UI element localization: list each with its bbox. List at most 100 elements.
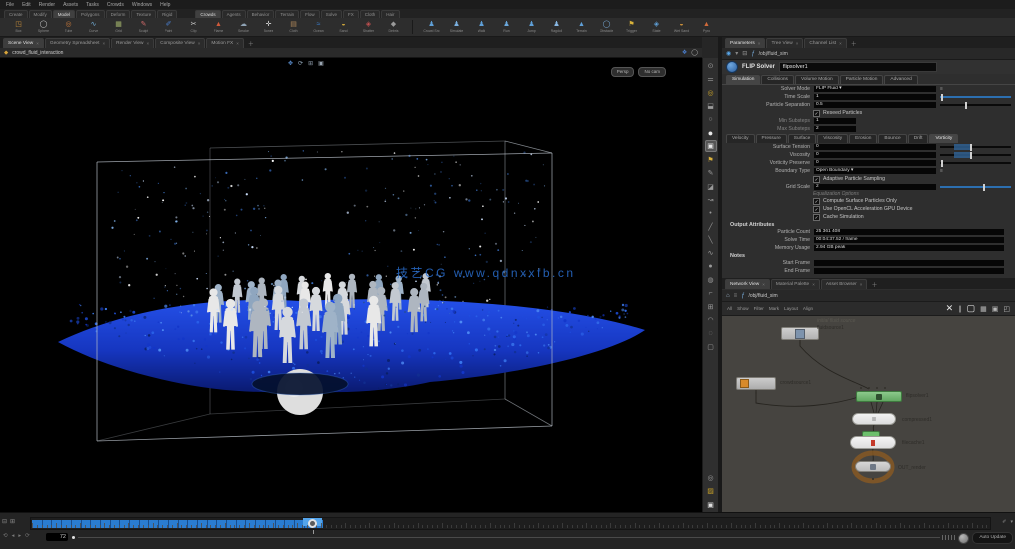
shelf-tab-cloth[interactable]: Cloth [359, 10, 381, 18]
slider-handle[interactable] [941, 93, 944, 101]
close-icon[interactable]: × [796, 39, 799, 48]
shelf-tool-shatter-tool[interactable]: ◈ Shatter [356, 19, 381, 36]
slider-handle[interactable] [969, 151, 972, 159]
shelf-tool-obstacle-tool[interactable]: ◯ Obstacle [594, 19, 619, 36]
mask-icon[interactable]: ▢ [705, 341, 717, 353]
frame-sel-icon[interactable]: ▣ [992, 305, 999, 313]
param-menu[interactable]: Open Boundary ▾ [813, 167, 937, 175]
camera-pill-1[interactable]: No cam [638, 67, 666, 77]
param-checkbox[interactable]: ✓ [813, 213, 820, 221]
slider-handle[interactable] [982, 183, 985, 191]
shelf-tab-flow[interactable]: Flow [300, 10, 320, 18]
shelf-tool-curve-tool[interactable]: ∿ Curve [81, 19, 106, 36]
net-toolbar-all[interactable]: All [727, 306, 732, 311]
shelf-tool-grid-tool[interactable]: ▦ Grid [106, 19, 131, 36]
node-crowd[interactable] [736, 377, 776, 390]
cook-mode-control[interactable]: Auto Update [958, 532, 1013, 544]
net-toolbar-align[interactable]: Align [803, 306, 813, 311]
options-icon[interactable]: ▾ [1010, 519, 1013, 525]
shelf-tab-hair[interactable]: Hair [381, 10, 400, 18]
shelf-tool-cloth-tool[interactable]: ▤ Cloth [281, 19, 306, 36]
menu-edit[interactable]: Edit [22, 2, 31, 8]
folder-tab-advanced[interactable]: Advanced [884, 75, 918, 84]
shelf-tool-paint-tool[interactable]: ✐ Paint [156, 19, 181, 36]
link-icon[interactable]: ❖ [682, 49, 687, 56]
param-checkbox[interactable]: ✓ [813, 205, 820, 213]
loop-icon[interactable]: ⟲ [3, 533, 8, 539]
viewport-tab-motion-fx[interactable]: Motion FX × [206, 38, 244, 48]
network-new-tab-button[interactable]: ＋ [868, 280, 880, 289]
step-forward-icon[interactable]: ⟳ [25, 533, 30, 539]
camera-pill-0[interactable]: Persp [610, 67, 635, 77]
translate-tool-icon[interactable]: ⚌ [705, 73, 717, 85]
play-icon[interactable]: ▸ [18, 533, 21, 539]
param-slider[interactable] [940, 183, 1011, 191]
rotate-tool-icon[interactable]: ◎ [705, 87, 717, 99]
menu-crowds[interactable]: Crowds [107, 2, 124, 8]
param-slider[interactable] [940, 143, 1011, 151]
shelf-tab-texture[interactable]: Texture [131, 10, 157, 18]
light-icon[interactable]: ◍ [705, 274, 717, 286]
auto-update-button[interactable]: Auto Update [972, 532, 1013, 544]
menu-render[interactable]: Render [39, 2, 55, 8]
param-field[interactable]: 2.94 GB peak [813, 244, 1005, 252]
shelf-tool-jump-tool[interactable]: ♟ Jump [519, 19, 544, 36]
shelf-tab-create[interactable]: Create [4, 10, 28, 18]
net-toolbar-filter[interactable]: Filter [754, 306, 764, 311]
close-icon[interactable]: × [198, 39, 201, 48]
scene-viewport[interactable]: 技艺CG www.qdnxxfb.cn ✥ ⟳ ⊞ ▣ Persp No cam [0, 58, 702, 512]
param-menu[interactable]: FLIP Fluid ▾ [813, 85, 937, 93]
viewport-tab-composite-view[interactable]: Composite View × [155, 38, 206, 48]
net-toolbar-layout[interactable]: Layout [784, 306, 798, 311]
refresh-icon[interactable]: ⟳ [298, 60, 303, 67]
param-checkbox[interactable]: ✓ [813, 175, 820, 183]
param-field[interactable] [813, 267, 1005, 275]
material-icon[interactable]: ◪ [705, 181, 717, 193]
solo-icon[interactable]: ▣ [705, 499, 717, 511]
slider-handle[interactable] [964, 101, 967, 109]
shelf-tool-run-tool[interactable]: ♟ Run [494, 19, 519, 36]
param-field[interactable]: 25 361 408 [813, 228, 1005, 236]
draw-icon[interactable]: ✎ [705, 167, 717, 179]
viewport-new-tab-button[interactable]: ＋ [245, 39, 257, 48]
shelf-tab-polygons[interactable]: Polygons [76, 10, 105, 18]
param-field[interactable]: 0 [813, 151, 937, 159]
folder-tab-simulation[interactable]: Simulation [726, 75, 761, 84]
shelf-tool-trigger-tool[interactable]: ⚑ Trigger [619, 19, 644, 36]
grid-icon[interactable]: ⊞ [308, 60, 313, 67]
slider-handle[interactable] [941, 159, 944, 167]
view-tool-icon[interactable]: ○ [705, 114, 717, 126]
menu-assets[interactable]: Assets [63, 2, 78, 8]
subtab-velocity[interactable]: Velocity [726, 134, 755, 143]
shelf-tool-wetsand-tool[interactable]: ◒ Wet Sand [669, 19, 694, 36]
subtab-bounce[interactable]: Bounce [878, 134, 907, 143]
net-toolbar-mark[interactable]: Mark [769, 306, 779, 311]
snap-icon[interactable]: ⚑ [705, 154, 717, 166]
network-tab-asset-browser[interactable]: Asset Browser × [820, 279, 868, 289]
close-icon[interactable]: × [103, 39, 106, 48]
shelf-tool-clip-tool[interactable]: ✂ Clip [181, 19, 206, 36]
param-field[interactable] [813, 259, 1005, 267]
subtab-pressure[interactable]: Pressure [755, 134, 787, 143]
shelf-tab-agents[interactable]: Agents [221, 10, 246, 18]
lock-icon[interactable]: ⊟ [742, 50, 747, 57]
node-cache[interactable] [850, 436, 896, 449]
measure-icon[interactable]: ╱ [705, 221, 717, 233]
param-slider[interactable] [940, 93, 1011, 101]
shelf-tool-state-tool[interactable]: ◈ State [644, 19, 669, 36]
network-tab-material-palette[interactable]: Material Palette × [770, 279, 820, 289]
menu-file[interactable]: File [6, 2, 14, 8]
subtab-surface[interactable]: Surface [787, 134, 817, 143]
point-icon[interactable]: • [705, 207, 717, 219]
timeline-ruler[interactable] [30, 517, 991, 534]
shelf-tool-crowd-source-tool[interactable]: ♟ Crowd Src [419, 19, 444, 36]
shelf-tab-terrain[interactable]: Terrain [275, 10, 300, 18]
param-checkbox[interactable]: ✓ [813, 197, 820, 205]
shelf-tool-walk-tool[interactable]: ♟ Walk [469, 19, 494, 36]
corner-icon[interactable]: ◰ [1003, 305, 1010, 313]
param-checkbox[interactable]: ✓ [813, 109, 820, 117]
subtab-viscosity[interactable]: Viscosity [817, 134, 849, 143]
close-icon[interactable]: × [236, 39, 239, 48]
shelf-tool-pyro-tool[interactable]: ▲ Pyro [694, 19, 719, 36]
subtab-vorticity[interactable]: Vorticity [929, 134, 959, 143]
